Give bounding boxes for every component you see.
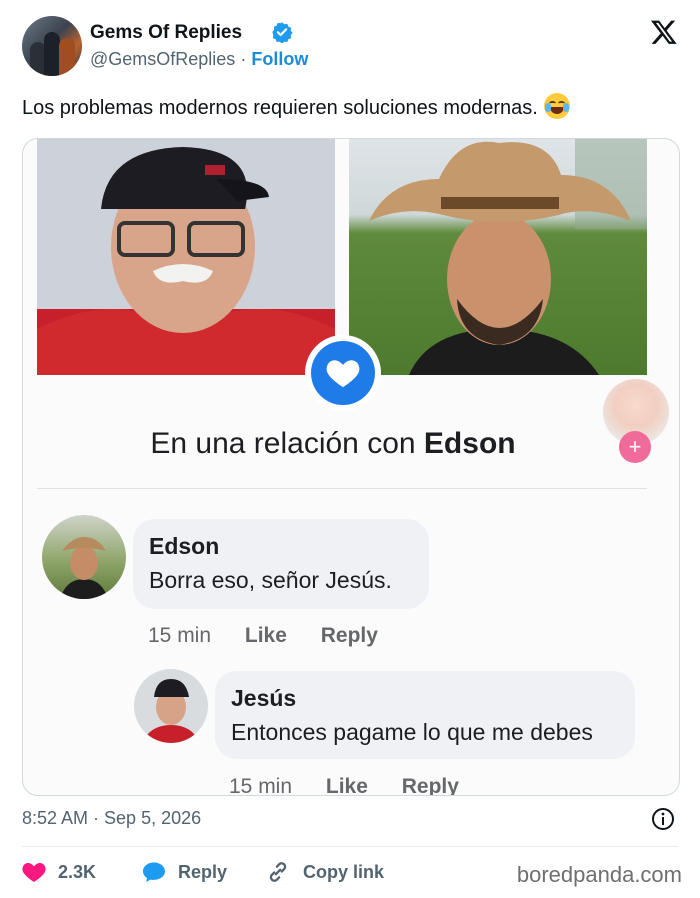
copy-link-button[interactable]: Copy link xyxy=(265,858,384,886)
heart-icon xyxy=(22,863,46,882)
copy-link-label: Copy link xyxy=(303,861,385,882)
speech-bubble-icon xyxy=(143,862,165,882)
like-button[interactable]: 2.3K xyxy=(22,858,96,886)
info-icon[interactable] xyxy=(651,807,675,831)
link-icon xyxy=(269,862,287,882)
comment-reply-button[interactable]: Reply xyxy=(321,624,378,648)
follow-button[interactable]: Follow xyxy=(251,49,308,69)
tweet-header: Gems Of Replies @GemsOfReplies · Follow xyxy=(22,16,682,76)
author-avatar[interactable] xyxy=(22,16,82,76)
author-handle-line: @GemsOfReplies · Follow xyxy=(90,49,308,70)
tears-of-joy-emoji-icon xyxy=(543,93,570,119)
author-handle[interactable]: @GemsOfReplies xyxy=(90,49,235,69)
photo-older-man xyxy=(37,139,335,375)
tweet-text: Los problemas modernos requieren solucio… xyxy=(22,93,570,120)
reply-reply-button[interactable]: Reply xyxy=(402,775,459,795)
tweet-timestamp[interactable]: 8:52 AM · Sep 5, 2026 xyxy=(22,808,201,829)
heart-icon xyxy=(326,360,360,388)
comment-bubble: Edson Borra eso, señor Jesús. xyxy=(133,519,429,609)
watermark: boredpanda.com xyxy=(516,862,682,887)
tweet-media-image[interactable]: + En una relación con Edson Edson Borra … xyxy=(22,138,680,796)
verified-badge-icon xyxy=(272,22,293,43)
relationship-prefix: En una relación con xyxy=(150,427,416,460)
x-logo-icon[interactable] xyxy=(650,18,678,46)
reply-bubble: Jesús Entonces pagame lo que me debes xyxy=(215,671,635,759)
author-name[interactable]: Gems Of Replies xyxy=(90,22,242,44)
divider xyxy=(37,488,647,489)
reply-author: Jesús xyxy=(231,685,297,711)
comment-like-button[interactable]: Like xyxy=(245,624,287,648)
relationship-status: En una relación con Edson xyxy=(23,427,643,461)
reply-time: 15 min xyxy=(229,775,293,796)
photo-young-man xyxy=(349,139,647,375)
relationship-partner: Edson xyxy=(423,427,516,460)
like-count: 2.3K xyxy=(58,861,97,882)
commenter-avatar xyxy=(42,515,126,599)
reply-avatar xyxy=(134,669,208,743)
reply-button[interactable]: Reply xyxy=(142,858,227,886)
heart-badge xyxy=(305,335,381,411)
comment-actions: 15 min Like Reply xyxy=(148,624,406,648)
comment-author: Edson xyxy=(149,533,220,559)
handle-separator: · xyxy=(240,49,247,69)
footer-divider xyxy=(22,846,678,847)
reply-actions: 15 min Like Reply xyxy=(229,775,487,796)
reply-label: Reply xyxy=(178,861,228,882)
reply-like-button[interactable]: Like xyxy=(326,775,368,795)
comment-time: 15 min xyxy=(148,624,212,647)
reply-text: Entonces pagame lo que me debes xyxy=(231,719,593,745)
tweet-body: Los problemas modernos requieren solucio… xyxy=(22,97,538,119)
comment-text: Borra eso, señor Jesús. xyxy=(149,567,392,593)
